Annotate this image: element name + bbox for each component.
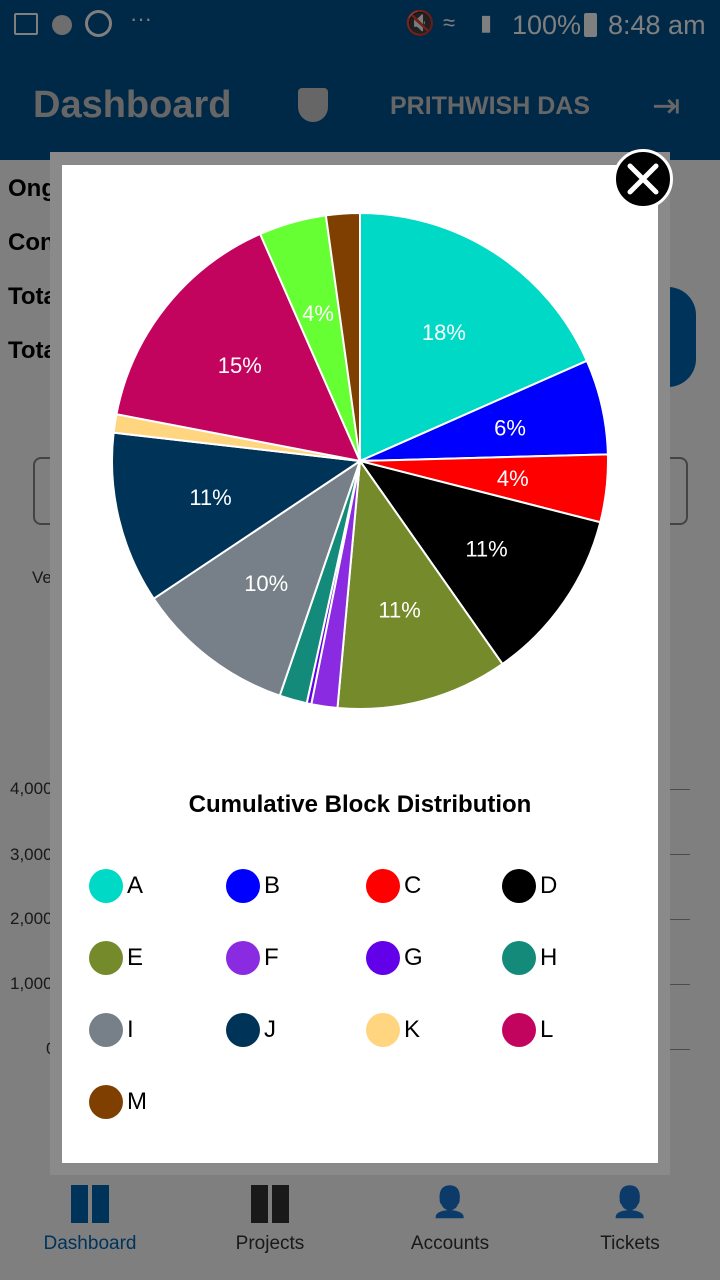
legend-swatch — [226, 1013, 260, 1047]
legend-swatch — [89, 869, 123, 903]
legend-swatch — [502, 941, 536, 975]
close-button[interactable] — [613, 149, 673, 209]
pie-chart: 18% 6% 4% 11% 11% 10% 11% 15% 4% — [111, 211, 609, 710]
legend-label: D — [540, 872, 558, 899]
legend-item-D[interactable]: D — [502, 869, 557, 903]
legend-swatch — [502, 1013, 536, 1047]
slice-label: 11% — [378, 598, 420, 623]
legend-swatch — [366, 941, 400, 975]
legend-label: B — [264, 872, 281, 899]
legend-item-C[interactable]: C — [366, 869, 421, 903]
slice-label: 11% — [189, 485, 231, 510]
legend-item-H[interactable]: H — [502, 941, 557, 975]
legend-swatch — [89, 1013, 123, 1047]
legend-item-B[interactable]: B — [226, 869, 280, 903]
slice-label: 15% — [218, 353, 262, 378]
legend-item-E[interactable]: E — [89, 941, 143, 975]
legend-label: L — [540, 1016, 554, 1043]
legend-item-K[interactable]: K — [366, 1013, 420, 1047]
legend-label: J — [264, 1016, 276, 1043]
legend-item-J[interactable]: J — [226, 1013, 276, 1047]
legend-item-I[interactable]: I — [89, 1013, 134, 1047]
slice-label: 11% — [465, 536, 507, 561]
legend-swatch — [366, 1013, 400, 1047]
legend-item-A[interactable]: A — [89, 869, 143, 903]
legend-label: K — [404, 1016, 421, 1043]
legend-label: E — [127, 944, 144, 971]
legend-label: G — [404, 944, 423, 971]
legend-item-L[interactable]: L — [502, 1013, 553, 1047]
slice-label: 4% — [302, 301, 334, 326]
legend-label: H — [540, 944, 558, 971]
chart-modal: 18% 6% 4% 11% 11% 10% 11% 15% 4% Cumulative Bloc… — [62, 165, 658, 1163]
legend-swatch — [226, 869, 260, 903]
legend-item-M[interactable]: M — [89, 1085, 147, 1119]
legend-swatch — [502, 869, 536, 903]
legend-label: M — [127, 1088, 147, 1115]
legend-swatch — [89, 1085, 123, 1119]
slice-label: 10% — [244, 571, 288, 596]
legend-label: A — [127, 872, 144, 899]
slice-label: 6% — [494, 415, 526, 440]
slice-label: 18% — [422, 320, 466, 345]
legend-swatch — [366, 869, 400, 903]
legend-label: C — [404, 872, 422, 899]
legend-item-F[interactable]: F — [226, 941, 279, 975]
legend-label: F — [264, 944, 279, 971]
legend-label: I — [127, 1016, 134, 1043]
chart-title: Cumulative Block Distribution — [188, 791, 532, 818]
legend-item-G[interactable]: G — [366, 941, 423, 975]
close-icon — [627, 163, 659, 195]
legend-swatch — [226, 941, 260, 975]
legend-swatch — [89, 941, 123, 975]
slice-label: 4% — [497, 466, 529, 491]
